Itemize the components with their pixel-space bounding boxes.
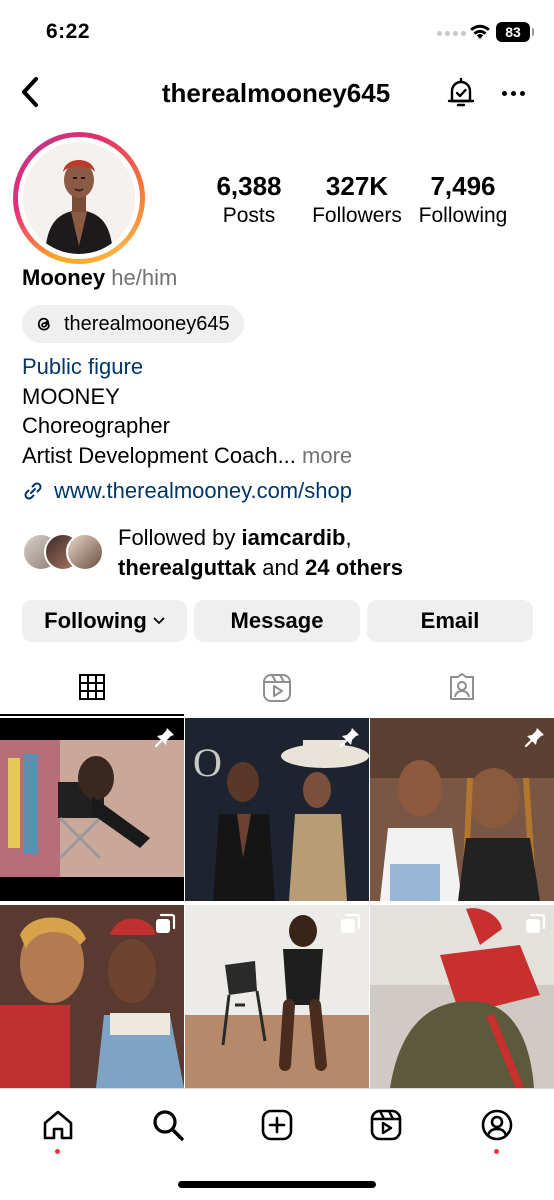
profile-actions: Following Message Email bbox=[22, 600, 533, 642]
notification-dot bbox=[55, 1149, 60, 1154]
link-icon bbox=[24, 482, 42, 500]
nav-reels[interactable] bbox=[366, 1105, 406, 1145]
carousel-icon bbox=[156, 913, 176, 933]
home-icon bbox=[43, 1110, 73, 1140]
bio-line: MOONEY bbox=[22, 383, 120, 409]
mutual-others[interactable]: 24 others bbox=[305, 555, 403, 580]
carousel-icon bbox=[341, 913, 361, 933]
pin-icon bbox=[524, 728, 544, 748]
story-ring[interactable] bbox=[13, 132, 145, 264]
pin-icon bbox=[154, 728, 174, 748]
notifications-button[interactable] bbox=[444, 76, 478, 110]
stat-label: Following bbox=[418, 204, 508, 227]
grid-post[interactable] bbox=[370, 905, 554, 1088]
nav-home[interactable] bbox=[38, 1105, 78, 1154]
threads-handle: therealmooney645 bbox=[64, 312, 230, 335]
profile-link[interactable]: www.therealmooney.com/shop bbox=[22, 478, 352, 504]
profile-header: therealmooney645 bbox=[0, 64, 554, 124]
mutual-avatar bbox=[66, 533, 104, 571]
nav-search[interactable] bbox=[148, 1105, 188, 1145]
search-icon bbox=[153, 1110, 184, 1141]
profile-name-line: Mooney he/him bbox=[22, 265, 177, 291]
bio-more-link[interactable]: more bbox=[302, 443, 352, 468]
grid-post[interactable] bbox=[0, 905, 184, 1088]
tab-posts-grid[interactable] bbox=[0, 660, 184, 716]
more-options-button[interactable] bbox=[496, 76, 530, 110]
status-time: 6:22 bbox=[46, 20, 91, 43]
mutual-user[interactable]: therealguttak bbox=[118, 555, 256, 580]
grid-post[interactable] bbox=[370, 718, 554, 901]
pronouns: he/him bbox=[111, 265, 178, 290]
threads-badge[interactable]: therealmooney645 bbox=[22, 305, 244, 343]
stat-label: Posts bbox=[222, 204, 276, 227]
notification-dot bbox=[494, 1149, 499, 1154]
pin-icon bbox=[339, 728, 359, 748]
carousel-icon bbox=[526, 913, 546, 933]
content-tabs bbox=[0, 660, 554, 716]
threads-icon bbox=[37, 317, 50, 331]
posts-grid: O bbox=[0, 718, 554, 1088]
posts-count: 6,388 Posts bbox=[205, 170, 293, 230]
tab-reels[interactable] bbox=[185, 660, 369, 716]
grid-post[interactable]: O bbox=[185, 718, 369, 901]
reels-icon bbox=[263, 674, 291, 702]
bio-ellipsis: ... bbox=[277, 442, 296, 468]
more-dot bbox=[519, 90, 525, 96]
mutual-followers-avatars bbox=[22, 533, 106, 573]
tab-tagged[interactable] bbox=[370, 660, 554, 716]
bio-line: Artist Development Coach bbox=[22, 442, 278, 468]
nav-profile[interactable] bbox=[477, 1105, 517, 1154]
profile-icon bbox=[481, 1109, 513, 1141]
create-icon bbox=[261, 1109, 293, 1141]
status-bar: 6:22 83 bbox=[0, 0, 554, 62]
following-count[interactable]: 7,496 Following bbox=[413, 170, 513, 230]
svg-text:O: O bbox=[193, 740, 222, 785]
followed-by[interactable]: Followed by iamcardib, therealguttak and… bbox=[22, 523, 542, 583]
grid-icon bbox=[79, 674, 105, 700]
profile-avatar bbox=[23, 142, 135, 254]
followed-by-text: Followed by iamcardib, therealguttak and… bbox=[118, 525, 403, 580]
bio-line-truncated: Artist Development Coach... more bbox=[22, 441, 352, 471]
home-indicator bbox=[178, 1181, 376, 1188]
more-dot bbox=[501, 90, 507, 96]
display-name: Mooney bbox=[22, 265, 106, 290]
battery-indicator: 83 bbox=[496, 22, 534, 42]
following-button[interactable]: Following bbox=[22, 600, 187, 642]
grid-post[interactable] bbox=[0, 718, 184, 901]
reels-icon bbox=[370, 1109, 402, 1141]
wifi-icon bbox=[470, 24, 490, 39]
bio-line: Choreographer bbox=[22, 413, 170, 438]
more-dot bbox=[510, 90, 516, 96]
tagged-icon bbox=[450, 673, 474, 700]
profile-bio: Public figure MOONEY Choreographer Artis… bbox=[22, 352, 352, 470]
profile-category: Public figure bbox=[22, 354, 144, 379]
message-button[interactable]: Message bbox=[194, 600, 360, 642]
followers-count[interactable]: 327K Followers bbox=[305, 170, 409, 230]
stat-label: Followers bbox=[312, 204, 402, 227]
stat-value: 327K bbox=[325, 171, 389, 201]
profile-link-text: www.therealmooney.com/shop bbox=[54, 478, 352, 503]
stat-value: 7,496 bbox=[430, 171, 496, 201]
chevron-down-icon bbox=[153, 617, 165, 624]
email-button[interactable]: Email bbox=[367, 600, 533, 642]
stat-value: 6,388 bbox=[216, 171, 282, 201]
grid-post[interactable] bbox=[185, 905, 369, 1088]
bell-check-icon bbox=[447, 77, 475, 107]
nav-create[interactable] bbox=[257, 1105, 297, 1145]
cellular-signal-icon bbox=[437, 31, 466, 36]
mutual-user[interactable]: iamcardib bbox=[242, 525, 346, 550]
